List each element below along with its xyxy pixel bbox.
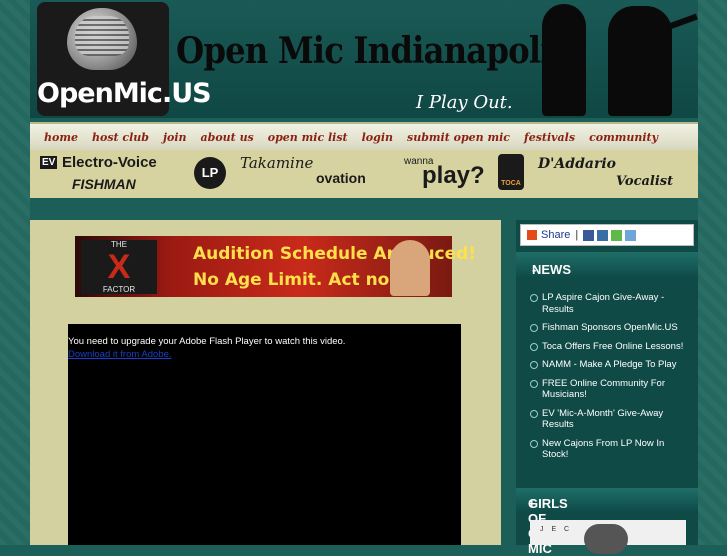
delicious-icon[interactable] <box>625 229 637 241</box>
logo-text: OpenMic.US <box>37 78 212 109</box>
flash-upgrade-message: You need to upgrade your Adobe Flash Pla… <box>68 336 346 347</box>
share-label[interactable]: Share <box>541 229 570 241</box>
news-item[interactable]: Fishman Sponsors OpenMic.US <box>530 322 690 334</box>
site-title: Open Mic Indianapolis <box>176 30 570 72</box>
news-list: LP Aspire Cajon Give-Away - Results Fish… <box>530 292 690 468</box>
main-content: THE X FACTOR Audition Schedule Annouced!… <box>30 220 501 545</box>
sponsor-lp[interactable]: LP <box>194 157 226 189</box>
nav-community[interactable]: community <box>589 131 658 144</box>
sidebar: Share | - NEWS LP Aspire Cajon Give-Away… <box>516 220 698 556</box>
sponsor-daddario[interactable]: D'Addario <box>538 156 616 172</box>
share-separator: | <box>575 229 579 241</box>
x-factor-logo-bottom: FACTOR <box>102 285 136 294</box>
sponsor-toca[interactable]: TOCA <box>498 154 524 190</box>
share-icon <box>527 230 537 240</box>
main-nav: home host club join about us open mic li… <box>30 122 698 150</box>
news-title: NEWS <box>532 262 571 277</box>
sponsor-takamine[interactable]: Takamine <box>240 154 313 172</box>
news-item[interactable]: Toca Offers Free Online Lessons! <box>530 341 690 353</box>
share-bar[interactable]: Share | <box>520 224 694 246</box>
sponsor-play[interactable]: play? <box>422 162 485 190</box>
news-item[interactable]: EV 'Mic-A-Month' Give-Away Results <box>530 408 690 431</box>
video-player[interactable]: You need to upgrade your Adobe Flash Pla… <box>68 324 461 545</box>
ev-badge: EV <box>40 156 58 169</box>
news-item[interactable]: FREE Online Community For Musicians! <box>530 378 690 401</box>
nav-host-club[interactable]: host club <box>92 131 149 144</box>
banner-subline: No Age Limit. Act now! <box>193 270 413 290</box>
banner-photo <box>390 240 430 296</box>
sponsor-vocalist[interactable]: Vocalist <box>616 174 673 189</box>
banner-headline: Audition Schedule Annouced! <box>193 244 477 264</box>
background-pattern-left <box>0 0 30 545</box>
nav-home[interactable]: home <box>44 131 78 144</box>
site-header: OpenMic.US Open Mic Indianapolis I Play … <box>30 0 698 118</box>
nav-join[interactable]: join <box>163 131 187 144</box>
x-factor-banner[interactable]: THE X FACTOR Audition Schedule Annouced!… <box>75 236 476 297</box>
x-factor-logo-x: X <box>107 248 131 286</box>
news-header[interactable]: - NEWS <box>516 252 698 278</box>
digg-icon[interactable] <box>611 229 623 241</box>
girls-of-open-mic-header[interactable]: + GIRLS OF OPEN MIC <box>516 488 698 556</box>
sponsor-ovation[interactable]: ovation <box>316 170 366 186</box>
facebook-icon[interactable] <box>583 229 595 241</box>
news-item[interactable]: LP Aspire Cajon Give-Away - Results <box>530 292 690 315</box>
thumbnail-photo <box>584 524 628 554</box>
nav-about-us[interactable]: about us <box>201 131 254 144</box>
x-factor-logo: THE X FACTOR <box>81 240 157 294</box>
nav-open-mic-list[interactable]: open mic list <box>268 131 348 144</box>
flash-download-link[interactable]: Download it from Adobe. <box>68 349 172 360</box>
sponsor-electro-voice[interactable]: Electro-Voice <box>62 154 157 171</box>
thumbnail-letters: J E C <box>540 526 573 533</box>
nav-login[interactable]: login <box>362 131 393 144</box>
site-logo[interactable]: OpenMic.US <box>37 2 212 116</box>
myspace-icon[interactable] <box>597 229 609 241</box>
sponsor-fishman[interactable]: FISHMAN <box>72 176 136 192</box>
microphone-grill <box>75 16 129 56</box>
sponsor-bar: EV Electro-Voice FISHMAN LP Takamine ova… <box>30 150 698 198</box>
news-item[interactable]: NAMM - Make A Pledge To Play <box>530 359 690 371</box>
news-item[interactable]: New Cajons From LP Now In Stock! <box>530 438 690 461</box>
nav-festivals[interactable]: festivals <box>524 131 575 144</box>
nav-submit-open-mic[interactable]: submit open mic <box>407 131 510 144</box>
background-pattern-right <box>698 0 727 545</box>
tagline: I Play Out. <box>416 92 513 113</box>
guitarist-silhouette <box>608 6 672 116</box>
girls-thumbnail[interactable]: J E C <box>530 520 686 554</box>
singer-silhouette <box>542 4 586 116</box>
